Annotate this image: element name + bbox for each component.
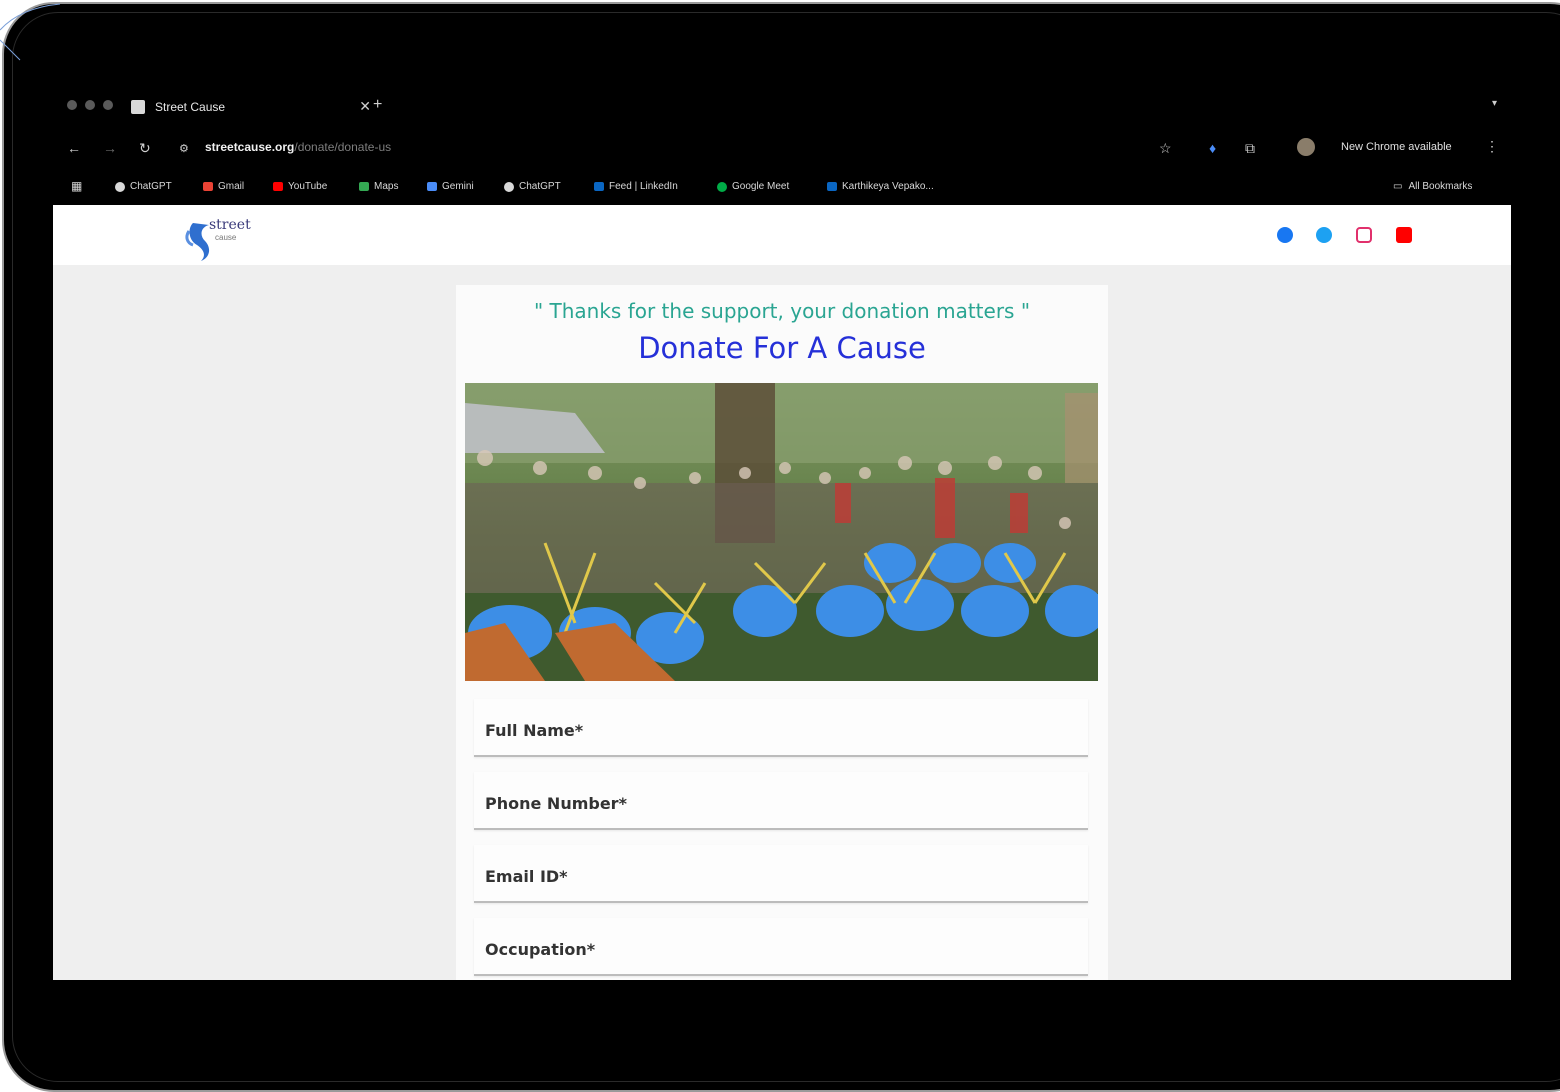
forward-arrow-icon[interactable]: →	[103, 140, 117, 156]
extensions-puzzle-icon[interactable]: ⧉	[1245, 140, 1255, 157]
maximize-window-button[interactable]	[103, 100, 113, 110]
close-window-button[interactable]	[67, 100, 77, 110]
bookmark-chatgpt[interactable]: ChatGPT	[504, 181, 561, 192]
bookmark-label: Karthikeya Vepako...	[842, 181, 934, 192]
all-bookmarks-button[interactable]: ▭ All Bookmarks	[1393, 181, 1472, 192]
site-header: street cause	[53, 205, 1511, 265]
bookmark-feed-linkedin[interactable]: Feed | LinkedIn	[594, 181, 678, 192]
site-favicon-icon	[131, 100, 145, 114]
bookmark-youtube[interactable]: YouTube	[273, 181, 327, 192]
instagram-icon[interactable]	[1356, 227, 1372, 243]
meet-icon	[717, 181, 727, 192]
new-chrome-available-button[interactable]: New Chrome available	[1341, 141, 1452, 153]
bookmark-label: Maps	[374, 181, 399, 192]
bookmark-label: YouTube	[288, 181, 328, 192]
occupation-field[interactable]: Occupation*	[474, 918, 1088, 976]
bookmark-label: ChatGPT	[519, 181, 561, 192]
new-tab-icon[interactable]: +	[373, 96, 382, 114]
back-arrow-icon[interactable]: ←	[67, 140, 81, 156]
bookmark-maps[interactable]: Maps	[359, 181, 398, 192]
field-label: Phone Number*	[485, 794, 627, 813]
bookmark-label: Gemini	[442, 181, 474, 192]
chrome-menu-icon[interactable]: ⋮	[1485, 138, 1499, 155]
donation-card: " Thanks for the support, your donation …	[456, 285, 1108, 980]
facebook-icon[interactable]	[1277, 227, 1293, 243]
web-page: street cause " Thanks for the support, y…	[53, 205, 1511, 980]
bookmark-label: ChatGPT	[130, 181, 172, 192]
email-id-field[interactable]: Email ID*	[474, 845, 1088, 903]
logo-subtext: cause	[215, 233, 237, 242]
browser-toolbar: ← → ↻ ⚙ streetcause.org/donate/donate-us…	[53, 134, 1511, 164]
linkedin-icon	[594, 182, 604, 191]
minimize-window-button[interactable]	[85, 100, 95, 110]
tab-search-chevron-icon[interactable]: ▾	[1492, 98, 1497, 109]
logo-text: street	[209, 217, 251, 233]
tab-strip: Street Cause ✕ + ▾	[53, 68, 1511, 126]
youtube-icon	[273, 182, 283, 191]
field-label: Full Name*	[485, 721, 584, 740]
site-settings-icon[interactable]: ⚙	[179, 142, 189, 155]
field-label: Email ID*	[485, 867, 568, 886]
all-bookmarks-label: All Bookmarks	[1408, 181, 1473, 192]
linkedin-icon	[827, 182, 837, 191]
twitter-icon[interactable]	[1316, 227, 1332, 243]
folder-icon: ▭	[1393, 181, 1403, 192]
reload-icon[interactable]: ↻	[139, 140, 151, 157]
full-name-field[interactable]: Full Name*	[474, 699, 1088, 757]
address-bar[interactable]: streetcause.org/donate/donate-us	[205, 140, 391, 154]
profile-avatar-icon[interactable]	[1297, 138, 1315, 156]
bookmark-gmail[interactable]: Gmail	[203, 181, 244, 192]
chatgpt-icon	[115, 181, 125, 192]
browser-window: Street Cause ✕ + ▾ ← → ↻ ⚙ streetcause.o…	[53, 68, 1511, 980]
bookmark-gemini[interactable]: Gemini	[427, 181, 474, 192]
field-label: Occupation*	[485, 940, 596, 959]
browser-tab[interactable]: Street Cause ✕	[131, 92, 371, 122]
donation-photo	[465, 383, 1098, 681]
bookmark-label: Google Meet	[732, 181, 790, 192]
youtube-icon[interactable]	[1396, 227, 1412, 243]
bookmark-label: Gmail	[218, 181, 245, 192]
url-path: /donate/donate-us	[294, 140, 392, 154]
gemini-icon	[427, 182, 437, 191]
bookmark-star-icon[interactable]: ☆	[1159, 140, 1172, 157]
thanks-message: " Thanks for the support, your donation …	[533, 299, 1031, 323]
bookmark-google-meet[interactable]: Google Meet	[717, 181, 789, 192]
phone-number-field[interactable]: Phone Number*	[474, 772, 1088, 830]
extension-flame-icon[interactable]: ♦	[1209, 140, 1216, 156]
donate-title: Donate For A Cause	[638, 331, 926, 365]
url-domain: streetcause.org	[205, 140, 295, 154]
apps-grid-icon[interactable]: ▦	[71, 179, 82, 193]
bookmarks-bar: ▦ ChatGPT Gmail YouTube Maps Gemini ChatGPT Fe…	[53, 176, 1511, 200]
gmail-icon	[203, 182, 213, 191]
maps-icon	[359, 182, 369, 191]
tab-title: Street Cause	[155, 100, 226, 114]
bookmark-chatgpt[interactable]: ChatGPT	[115, 181, 172, 192]
close-tab-icon[interactable]: ✕	[359, 98, 371, 115]
bookmark-karthikeya-vepako[interactable]: Karthikeya Vepako...	[827, 181, 934, 192]
bookmark-label: Feed | LinkedIn	[609, 181, 678, 192]
chatgpt-icon	[504, 181, 514, 192]
